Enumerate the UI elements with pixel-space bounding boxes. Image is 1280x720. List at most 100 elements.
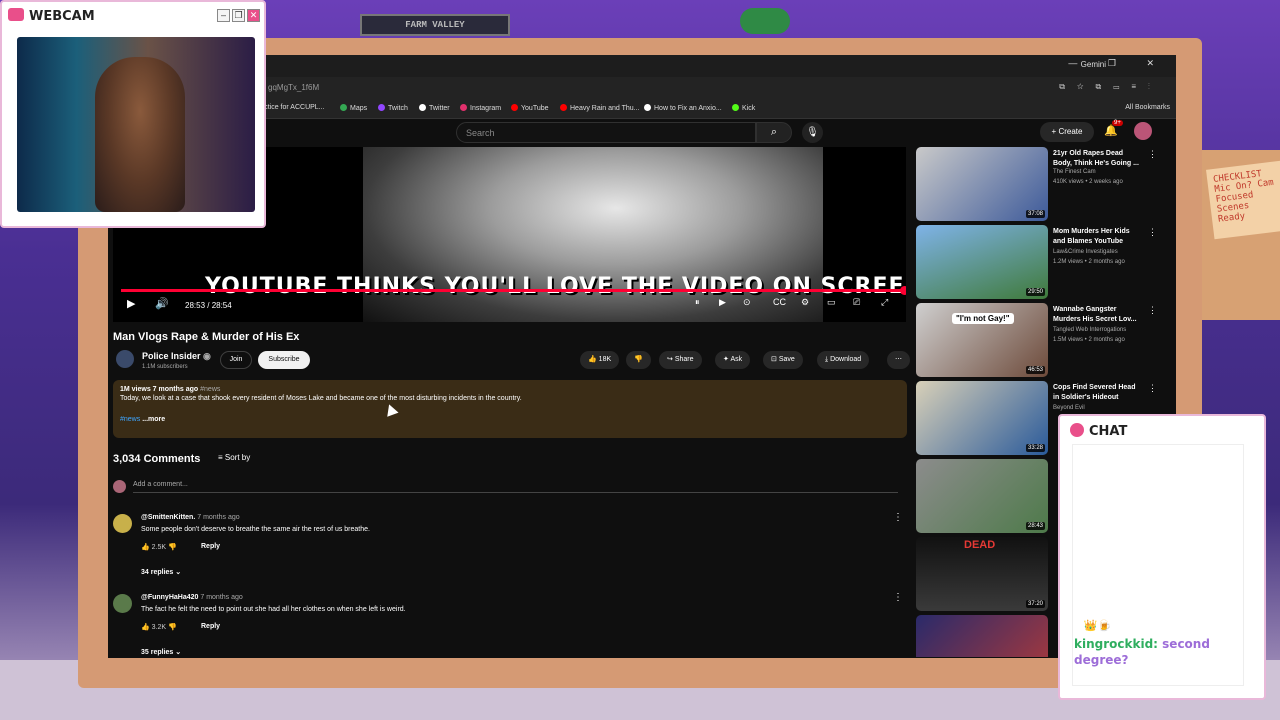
thumbnail[interactable]	[916, 615, 1048, 657]
rec-title[interactable]: Wannabe Gangster Murders His Secret Lov.…	[1053, 305, 1143, 325]
comment-like[interactable]: 👍 3.2K 👎	[141, 623, 177, 631]
share-button[interactable]: ↪ Share	[659, 351, 702, 369]
avatar[interactable]	[113, 594, 132, 613]
subscribe-button[interactable]: Subscribe	[258, 351, 310, 369]
play-icon[interactable]: ▶	[127, 297, 135, 310]
dislike-button[interactable]: 👎	[626, 351, 651, 369]
volume-icon[interactable]: 🔊	[155, 297, 169, 310]
duration-badge: 37:20	[1025, 600, 1045, 608]
bookmark-maps[interactable]: Maps	[340, 104, 367, 112]
share-icon: ↪	[667, 356, 673, 363]
webcam-title: WEBCAM	[8, 8, 95, 24]
create-button[interactable]: + Create	[1040, 122, 1094, 142]
progress-scrubber[interactable]	[900, 286, 906, 295]
like-button[interactable]: 👍 18K	[580, 351, 620, 369]
bookmark-anxiety[interactable]: How to Fix an Anxio...	[644, 104, 722, 112]
youtube-icon	[560, 104, 567, 111]
bookmark-kick[interactable]: Kick	[732, 104, 755, 112]
rec-channel[interactable]: Tangled Web Interrogations	[1053, 327, 1126, 333]
sort-icon: ≡	[218, 453, 223, 462]
comment-like[interactable]: 👍 2.5K 👎	[141, 543, 177, 551]
comment-user[interactable]: @FunnyHaHa420 7 months ago	[141, 594, 243, 601]
comment-user[interactable]: @SmittenKitten. 7 months ago	[141, 514, 240, 521]
fullscreen-icon[interactable]: ⤢	[881, 297, 888, 308]
replies-toggle[interactable]: 34 replies ⌄	[141, 568, 181, 576]
toolbar-icons[interactable]: ⧉☆⧉▭≡⋮	[1059, 82, 1162, 92]
all-bookmarks[interactable]: All Bookmarks	[1125, 104, 1170, 111]
video-title: Man Vlogs Rape & Murder of His Ex	[113, 331, 300, 343]
search-input[interactable]: Search	[456, 122, 756, 143]
add-comment-input[interactable]: Add a comment...	[133, 481, 898, 493]
more-actions-icon[interactable]: ⋯	[887, 351, 910, 369]
bookmark-instagram[interactable]: Instagram	[460, 104, 501, 112]
rec-channel[interactable]: Beyond Evil	[1053, 405, 1085, 411]
download-button[interactable]: ⤓ Download	[817, 351, 870, 369]
mic-icon[interactable]: 🎙	[802, 122, 823, 143]
notification-badge: 9+	[1112, 120, 1123, 126]
more-icon[interactable]: ⋮	[1148, 149, 1156, 160]
theater-icon[interactable]: ▭	[827, 297, 836, 308]
reply-button[interactable]: Reply	[201, 543, 220, 550]
channel-avatar[interactable]	[116, 350, 134, 368]
thumbnail-caption: DEAD	[964, 539, 996, 551]
twitter-icon	[419, 104, 426, 111]
reply-button[interactable]: Reply	[201, 623, 220, 630]
thumbnail[interactable]: 33:28	[916, 381, 1048, 455]
recommendation-item[interactable]: 29:50 Mom Murders Her Kids and Blames Yo…	[916, 225, 1156, 301]
settings-icon[interactable]: ⚙	[801, 297, 809, 308]
more-icon[interactable]: ⋮	[1148, 383, 1156, 394]
duration-badge: 29:50	[1025, 288, 1045, 296]
bookmark-heavy-rain[interactable]: Heavy Rain and Thu...	[560, 104, 640, 112]
more-icon[interactable]: ⋮	[893, 512, 903, 523]
recommendation-item[interactable]: "I'm not Gay!" 46:53 Wannabe Gangster Mur…	[916, 303, 1156, 379]
join-button[interactable]: Join	[220, 351, 252, 369]
rec-meta: 1.5M views • 2 months ago	[1053, 337, 1125, 343]
url-text[interactable]: gqMgTx_1f6M	[268, 83, 319, 92]
wall-poster: FARM VALLEY	[360, 14, 510, 36]
captions-icon[interactable]: CC	[773, 297, 786, 307]
subscriber-count: 1.1M subscribers	[142, 364, 188, 370]
progress-bar[interactable]	[121, 289, 906, 292]
pause-icon[interactable]: ⏸	[695, 297, 700, 308]
avatar[interactable]	[1134, 122, 1152, 140]
rec-channel[interactable]: The Finest Cam	[1053, 169, 1096, 175]
search-icon[interactable]: ⌕	[756, 122, 792, 143]
thumbnail-caption: "I'm not Gay!"	[952, 313, 1014, 324]
rec-title[interactable]: Mom Murders Her Kids and Blames YouTube	[1053, 227, 1143, 247]
verified-icon: ◉	[203, 351, 211, 361]
replies-toggle[interactable]: 35 replies ⌄	[141, 648, 181, 656]
thumbnail[interactable]: 28:43	[916, 459, 1048, 533]
description-box[interactable]: 1M views 7 months ago #news Today, we lo…	[113, 380, 907, 438]
cast-icon[interactable]: ⎚	[853, 297, 860, 308]
avatar[interactable]	[113, 514, 132, 533]
bookmark-youtube[interactable]: YouTube	[511, 104, 549, 112]
rec-channel[interactable]: Law&Crime Investigates	[1053, 249, 1118, 255]
bookmark-accuplacer[interactable]: ractice for ACCUPL...	[258, 104, 325, 111]
more-icon[interactable]: ⋮	[1148, 227, 1156, 238]
thumbnail[interactable]: 37:08	[916, 147, 1048, 221]
window-controls[interactable]: — ❐ ✕	[1068, 58, 1168, 69]
autoplay-toggle[interactable]: ⊙	[743, 297, 751, 308]
thumbnail[interactable]: DEAD 37:20	[916, 537, 1048, 611]
bookmark-twitter[interactable]: Twitter	[419, 104, 450, 112]
more-icon[interactable]: ⋮	[1148, 305, 1156, 316]
thumbs-up-icon: 👍	[588, 356, 597, 363]
rec-title[interactable]: 21yr Old Rapes Dead Body, Think He's Goi…	[1053, 149, 1143, 169]
time-display: 28:53 / 28:54	[185, 301, 232, 310]
autoplay-icon[interactable]: ▶	[719, 297, 726, 308]
channel-name[interactable]: Police Insider ◉	[142, 351, 211, 362]
save-button[interactable]: ⊡ Save	[763, 351, 803, 369]
description-more[interactable]: #news ...more	[120, 416, 900, 423]
thumbnail[interactable]: "I'm not Gay!" 46:53	[916, 303, 1048, 377]
sort-button[interactable]: ≡ Sort by	[218, 453, 250, 462]
ask-button[interactable]: ✦ Ask	[715, 351, 751, 369]
thumbs-down-icon: 👎	[634, 356, 643, 363]
bookmark-twitch[interactable]: Twitch	[378, 104, 408, 112]
close-icon: ✕	[247, 9, 260, 22]
more-icon[interactable]: ⋮	[893, 592, 903, 603]
thumbnail[interactable]: 29:50	[916, 225, 1048, 299]
rec-title[interactable]: Cops Find Severed Head in Soldier's Hide…	[1053, 383, 1143, 403]
address-bar[interactable]: gqMgTx_1f6M ⧉☆⧉▭≡⋮	[108, 77, 1176, 99]
recommendation-item[interactable]: 37:08 21yr Old Rapes Dead Body, Think He…	[916, 147, 1156, 223]
comment-count: 3,034 Comments	[113, 453, 201, 465]
